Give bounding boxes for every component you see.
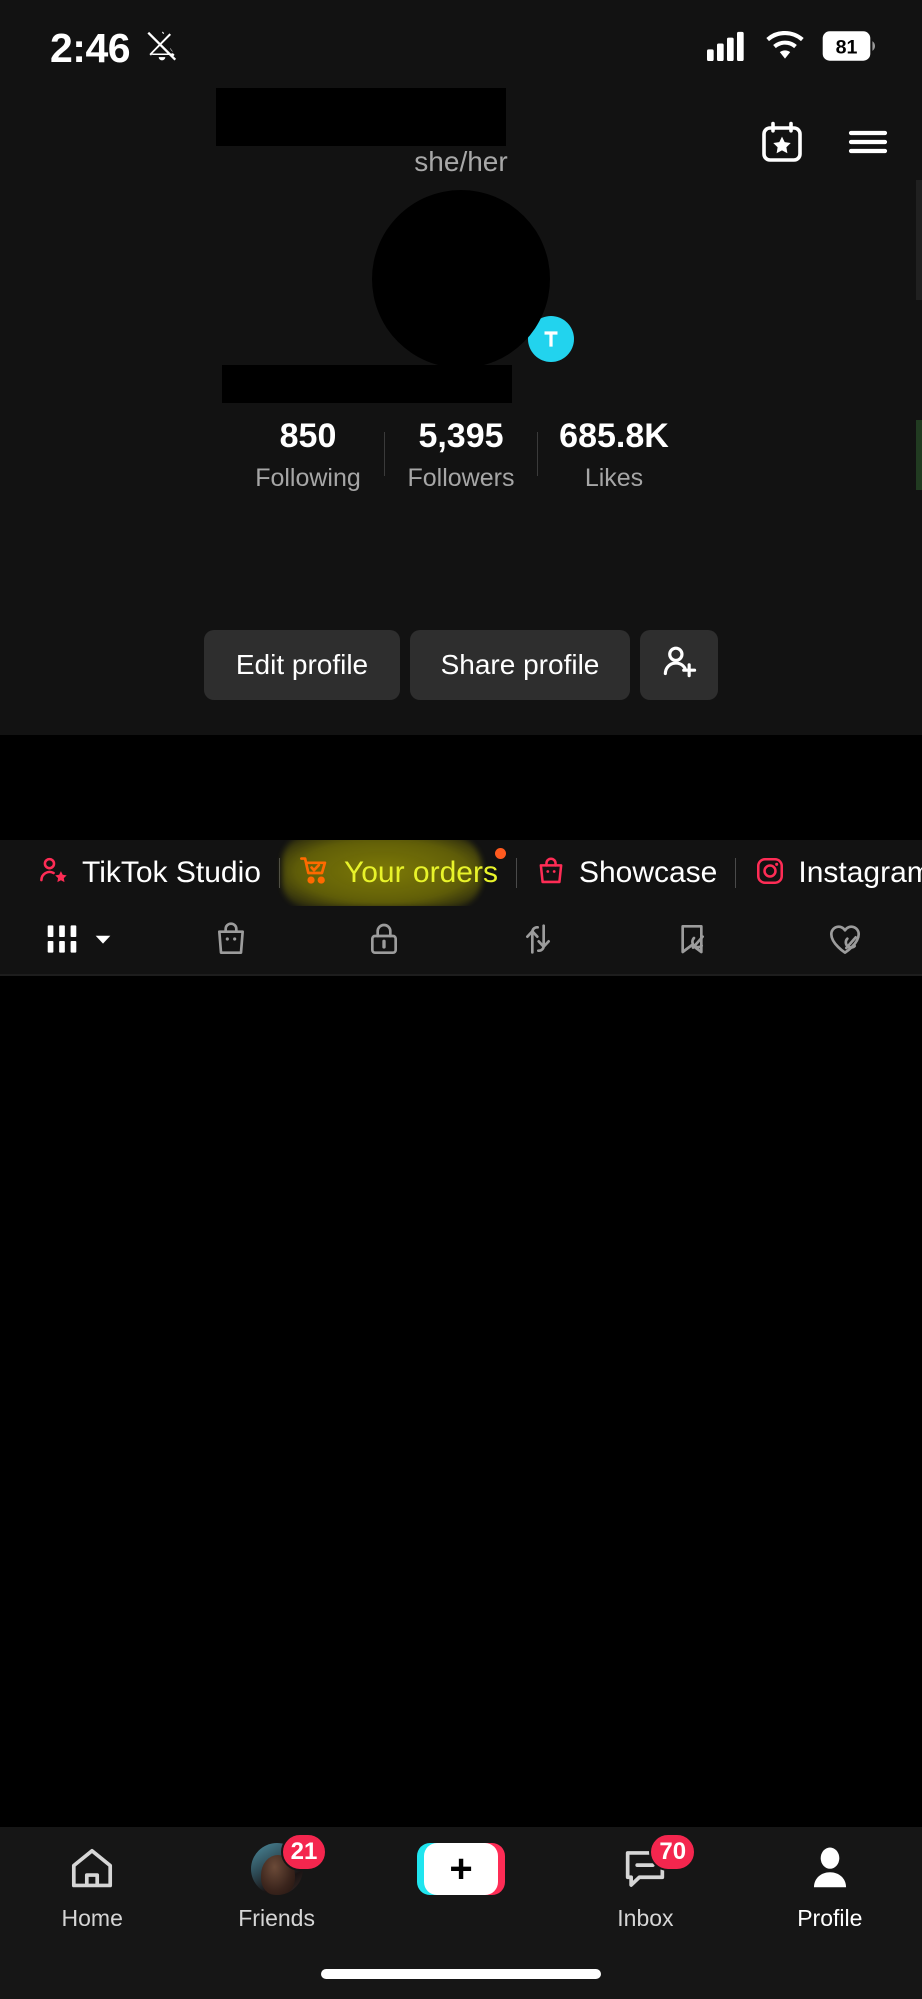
profile-stats: 850 Following 5,395 Followers 685.8K Lik…	[0, 415, 922, 493]
stat-value: 685.8K	[559, 417, 669, 455]
tab-videos-grid[interactable]	[0, 906, 154, 976]
link-label: Your orders	[343, 856, 498, 889]
stat-followers[interactable]: 5,395 Followers	[385, 415, 537, 493]
bio-redaction	[0, 735, 922, 840]
header-actions	[758, 118, 892, 171]
link-label: Showcase	[578, 856, 718, 889]
calendar-star-icon[interactable]	[758, 118, 806, 171]
chevron-down-icon	[92, 928, 114, 955]
create-button[interactable]: +	[417, 1843, 506, 1895]
cellular-signal-icon	[706, 31, 748, 66]
person-star-icon	[36, 854, 70, 893]
repost-arrows-icon	[518, 919, 558, 964]
tab-favorites[interactable]	[615, 906, 769, 976]
shopping-bag-icon	[535, 855, 567, 892]
notification-dot-badge	[494, 847, 506, 859]
shopping-bag-icon	[211, 919, 251, 964]
inbox-badge: 70	[649, 1833, 697, 1871]
stat-label: Likes	[584, 463, 644, 492]
bell-slash-icon	[144, 28, 180, 69]
link-separator	[735, 858, 737, 888]
tab-reposts[interactable]	[461, 906, 615, 976]
status-bar-left: 2:46	[50, 25, 180, 72]
nav-item-profile[interactable]: Profile	[738, 1841, 922, 1932]
edge-artifact	[916, 180, 922, 300]
shopping-cart-check-icon	[298, 854, 332, 893]
nav-label: Profile	[797, 1905, 863, 1931]
link-tiktok-studio[interactable]: TikTok Studio	[26, 850, 271, 897]
nav-item-create[interactable]: +	[369, 1841, 553, 1928]
nav-item-friends[interactable]: 21 Friends	[184, 1833, 368, 1932]
status-bar-right: 81	[706, 30, 878, 67]
lock-icon	[364, 919, 404, 964]
profile-links-row[interactable]: TikTok Studio Your orders Showcase Insta…	[0, 840, 922, 906]
wifi-icon	[765, 30, 805, 66]
hamburger-menu-icon[interactable]	[844, 118, 892, 171]
tab-private[interactable]	[307, 906, 461, 976]
inbox-message-icon: 70	[619, 1833, 697, 1897]
friends-avatar-icon: 21	[250, 1833, 328, 1897]
nav-label: Home	[61, 1905, 123, 1931]
tiktok-profile-screen: 2:46 81 she/her 850 Following 5,395 Foll…	[0, 0, 922, 1999]
add-friends-button[interactable]	[640, 630, 718, 700]
status-time: 2:46	[50, 24, 131, 71]
grid-bars-icon	[40, 917, 84, 966]
person-filled-icon	[804, 1841, 856, 1897]
nav-label: Inbox	[617, 1905, 674, 1931]
handle-redaction	[222, 365, 512, 403]
home-icon	[66, 1841, 118, 1897]
heart-slash-icon	[825, 919, 865, 964]
username-redaction	[216, 88, 506, 146]
link-separator	[515, 858, 517, 888]
tab-liked[interactable]	[768, 906, 922, 976]
tab-shop[interactable]	[154, 906, 308, 976]
status-bar: 2:46 81	[0, 0, 922, 96]
edge-artifact	[916, 420, 922, 490]
link-your-orders[interactable]: Your orders	[281, 840, 508, 906]
profile-content-area	[0, 976, 922, 1827]
edit-profile-button[interactable]: Edit profile	[204, 630, 400, 700]
stat-label: Followers	[407, 463, 515, 492]
friends-badge: 21	[280, 1833, 328, 1871]
battery-icon: 81	[822, 30, 878, 67]
profile-actions: Edit profile Share profile	[0, 630, 922, 700]
nav-item-home[interactable]: Home	[0, 1841, 184, 1932]
link-instagram[interactable]: Instagram	[744, 851, 922, 896]
stat-value: 5,395	[418, 417, 504, 455]
bookmark-slash-icon	[672, 919, 712, 964]
home-indicator	[321, 1969, 601, 1979]
create-plus-icon: +	[417, 1841, 506, 1897]
instagram-icon	[754, 855, 786, 892]
plus-icon: +	[449, 1847, 473, 1891]
stat-label: Following	[255, 463, 361, 492]
avatar-redaction	[372, 190, 550, 368]
stat-likes[interactable]: 685.8K Likes	[538, 415, 690, 493]
battery-level-text: 81	[836, 36, 858, 58]
profile-header: she/her	[0, 88, 922, 194]
avatar[interactable]	[372, 190, 574, 368]
stat-following[interactable]: 850 Following	[232, 415, 384, 493]
link-label: Instagram	[798, 856, 922, 889]
link-separator	[278, 858, 280, 888]
share-profile-button[interactable]: Share profile	[410, 630, 630, 700]
stat-value: 850	[279, 417, 337, 455]
link-showcase[interactable]: Showcase	[525, 851, 727, 896]
link-label: TikTok Studio	[82, 856, 261, 889]
profile-tab-bar	[0, 906, 922, 976]
nav-item-inbox[interactable]: 70 Inbox	[553, 1833, 737, 1932]
nav-label: Friends	[238, 1905, 315, 1931]
add-user-icon	[658, 641, 700, 690]
